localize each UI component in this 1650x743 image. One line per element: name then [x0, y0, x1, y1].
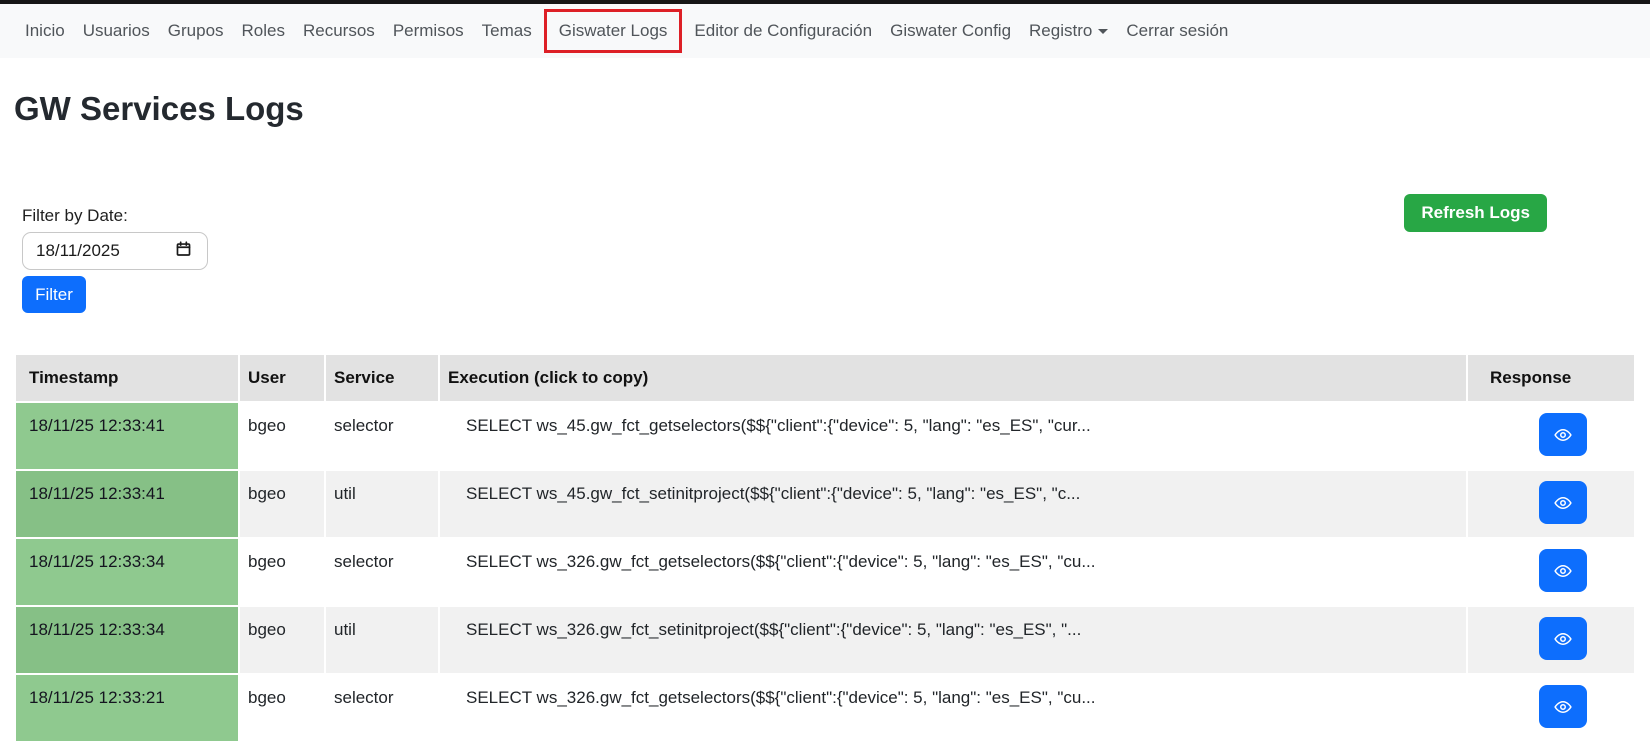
eye-icon	[1554, 630, 1572, 648]
main-navbar: Inicio Usuarios Grupos Roles Recursos Pe…	[0, 4, 1650, 58]
user-cell: bgeo	[240, 471, 324, 537]
nav-item-usuarios[interactable]: Usuarios	[74, 12, 159, 50]
timestamp-cell: 18/11/25 12:33:41	[16, 403, 238, 469]
execution-cell[interactable]: SELECT ws_326.gw_fct_getselectors($${"cl…	[440, 675, 1466, 741]
date-input[interactable]: 18/11/2025	[22, 232, 208, 270]
eye-icon	[1554, 426, 1572, 444]
logs-table: Timestamp User Service Execution (click …	[14, 353, 1636, 743]
nav-item-permisos[interactable]: Permisos	[384, 12, 473, 50]
timestamp-cell: 18/11/25 12:33:21	[16, 675, 238, 741]
service-cell: selector	[326, 403, 438, 469]
nav-item-roles[interactable]: Roles	[233, 12, 294, 50]
date-input-value: 18/11/2025	[36, 241, 120, 261]
service-cell: selector	[326, 539, 438, 605]
header-timestamp: Timestamp	[16, 355, 238, 401]
service-cell: selector	[326, 675, 438, 741]
response-cell	[1468, 403, 1634, 469]
eye-icon	[1554, 494, 1572, 512]
response-cell	[1468, 607, 1634, 673]
timestamp-cell: 18/11/25 12:33:41	[16, 471, 238, 537]
response-cell	[1468, 675, 1634, 741]
response-cell	[1468, 539, 1634, 605]
table-row: 18/11/25 12:33:41 bgeo selector SELECT w…	[16, 403, 1634, 469]
nav-item-giswater-logs[interactable]: Giswater Logs	[544, 9, 683, 53]
header-execution: Execution (click to copy)	[440, 355, 1466, 401]
service-cell: util	[326, 607, 438, 673]
header-service: Service	[326, 355, 438, 401]
filter-button[interactable]: Filter	[22, 276, 86, 313]
execution-cell[interactable]: SELECT ws_45.gw_fct_getselectors($${"cli…	[440, 403, 1466, 469]
execution-cell[interactable]: SELECT ws_326.gw_fct_getselectors($${"cl…	[440, 539, 1466, 605]
nav-item-recursos[interactable]: Recursos	[294, 12, 384, 50]
nav-item-grupos[interactable]: Grupos	[159, 12, 233, 50]
nav-item-inicio[interactable]: Inicio	[16, 12, 74, 50]
execution-cell[interactable]: SELECT ws_326.gw_fct_setinitproject($${"…	[440, 607, 1466, 673]
user-cell: bgeo	[240, 403, 324, 469]
timestamp-cell: 18/11/25 12:33:34	[16, 539, 238, 605]
refresh-logs-button[interactable]: Refresh Logs	[1404, 194, 1547, 232]
chevron-down-icon	[1098, 29, 1108, 34]
table-row: 18/11/25 12:33:34 bgeo selector SELECT w…	[16, 539, 1634, 605]
header-response: Response	[1468, 355, 1634, 401]
execution-cell[interactable]: SELECT ws_45.gw_fct_setinitproject($${"c…	[440, 471, 1466, 537]
table-row: 18/11/25 12:33:41 bgeo util SELECT ws_45…	[16, 471, 1634, 537]
eye-icon	[1554, 698, 1572, 716]
nav-item-editor-configuracion[interactable]: Editor de Configuración	[685, 12, 881, 50]
service-cell: util	[326, 471, 438, 537]
eye-icon	[1554, 562, 1572, 580]
user-cell: bgeo	[240, 607, 324, 673]
nav-item-cerrar-sesion[interactable]: Cerrar sesión	[1117, 12, 1237, 50]
nav-item-temas[interactable]: Temas	[473, 12, 541, 50]
nav-item-registro-label: Registro	[1029, 21, 1092, 40]
table-row: 18/11/25 12:33:21 bgeo selector SELECT w…	[16, 675, 1634, 741]
view-response-button[interactable]	[1539, 481, 1587, 524]
calendar-icon[interactable]	[175, 240, 192, 263]
view-response-button[interactable]	[1539, 685, 1587, 728]
view-response-button[interactable]	[1539, 549, 1587, 592]
view-response-button[interactable]	[1539, 617, 1587, 660]
nav-item-registro-dropdown[interactable]: Registro	[1020, 12, 1117, 50]
view-response-button[interactable]	[1539, 413, 1587, 456]
nav-item-giswater-config[interactable]: Giswater Config	[881, 12, 1020, 50]
filter-date-label: Filter by Date:	[22, 206, 128, 226]
table-row: 18/11/25 12:33:34 bgeo util SELECT ws_32…	[16, 607, 1634, 673]
page-title: GW Services Logs	[14, 90, 304, 128]
header-user: User	[240, 355, 324, 401]
user-cell: bgeo	[240, 675, 324, 741]
user-cell: bgeo	[240, 539, 324, 605]
response-cell	[1468, 471, 1634, 537]
timestamp-cell: 18/11/25 12:33:34	[16, 607, 238, 673]
table-header-row: Timestamp User Service Execution (click …	[16, 355, 1634, 401]
